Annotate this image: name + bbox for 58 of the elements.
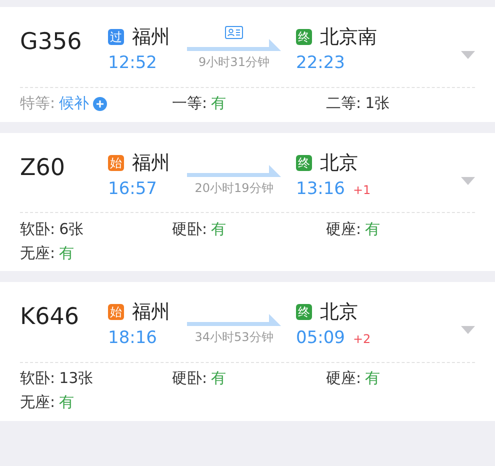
station-badge: 终 bbox=[296, 304, 312, 320]
arrow-icon bbox=[187, 314, 281, 326]
seat-availability: 有 bbox=[365, 218, 380, 240]
arrow-icon bbox=[187, 164, 281, 176]
caret-icon[interactable] bbox=[461, 176, 475, 184]
duration: 34小时53分钟 bbox=[194, 329, 274, 346]
arrow-icon bbox=[187, 39, 281, 51]
station-name: 福州 bbox=[132, 25, 170, 49]
train-card[interactable]: K646 始 福州 18:16 34小时53分钟 终 北京 05:09 +2 软卧: 13张 硬卧: 有 硬座: 有 无座: 有 bbox=[0, 282, 495, 420]
seat-label: 无座: bbox=[20, 242, 56, 264]
seat-label: 特等: bbox=[20, 93, 56, 114]
add-icon[interactable] bbox=[93, 96, 108, 110]
day-offset: +2 bbox=[353, 331, 371, 348]
station-badge: 始 bbox=[108, 304, 124, 320]
station-name: 北京南 bbox=[320, 25, 377, 49]
seat-availability: 候补 bbox=[59, 93, 90, 114]
station-badge: 终 bbox=[296, 29, 312, 45]
seat-label: 硬座: bbox=[326, 218, 362, 240]
duration: 20小时19分钟 bbox=[194, 180, 274, 196]
train-card[interactable]: Z60 始 福州 16:57 20小时19分钟 终 北京 13:16 +1 软卧: 6张 硬卧: 有 硬座: 有 无座: 有 bbox=[0, 132, 495, 271]
seat-label: 硬卧: bbox=[172, 368, 208, 390]
time: 18:16 bbox=[108, 327, 157, 350]
seat-label: 硬座: bbox=[326, 368, 362, 390]
train-card[interactable]: G356 过 福州 12:52 9小时31分钟 终 北京南 22:23 特等: 候补 一等: 有 二等: 1张 bbox=[0, 7, 495, 122]
day-offset: +1 bbox=[353, 182, 371, 198]
seat-availability: 13张 bbox=[59, 368, 94, 390]
seat-availability: 有 bbox=[211, 368, 226, 390]
seat-availability: 1张 bbox=[365, 93, 390, 114]
caret-icon[interactable] bbox=[461, 51, 475, 59]
train-number: Z60 bbox=[20, 154, 66, 182]
station-badge: 终 bbox=[296, 154, 312, 170]
train-number: K646 bbox=[20, 303, 80, 332]
seat-label: 软卧: bbox=[20, 368, 56, 390]
seat-availability: 有 bbox=[59, 392, 74, 414]
station-name: 北京 bbox=[320, 300, 358, 324]
station-badge: 始 bbox=[108, 154, 124, 170]
seat-availability: 有 bbox=[59, 242, 74, 264]
time: 22:23 bbox=[296, 52, 345, 75]
duration: 9小时31分钟 bbox=[198, 54, 270, 71]
seat-label: 硬卧: bbox=[172, 218, 208, 240]
station-name: 北京 bbox=[320, 150, 358, 174]
seat-availability: 有 bbox=[211, 93, 226, 114]
time: 16:57 bbox=[108, 178, 157, 200]
station-name: 福州 bbox=[132, 150, 170, 174]
seat-availability: 有 bbox=[211, 218, 226, 240]
time: 13:16 bbox=[296, 178, 345, 200]
time: 12:52 bbox=[108, 52, 157, 75]
seat-label: 无座: bbox=[20, 392, 56, 414]
seat-label: 二等: bbox=[326, 93, 362, 114]
station-name: 福州 bbox=[132, 300, 170, 324]
seat-label: 软卧: bbox=[20, 218, 56, 240]
caret-icon[interactable] bbox=[461, 326, 475, 334]
seat-label: 一等: bbox=[172, 93, 208, 114]
seat-availability: 6张 bbox=[59, 218, 84, 240]
seat-availability: 有 bbox=[365, 368, 380, 390]
train-number: G356 bbox=[20, 28, 83, 57]
station-badge: 过 bbox=[108, 29, 124, 45]
time: 05:09 bbox=[296, 327, 345, 350]
